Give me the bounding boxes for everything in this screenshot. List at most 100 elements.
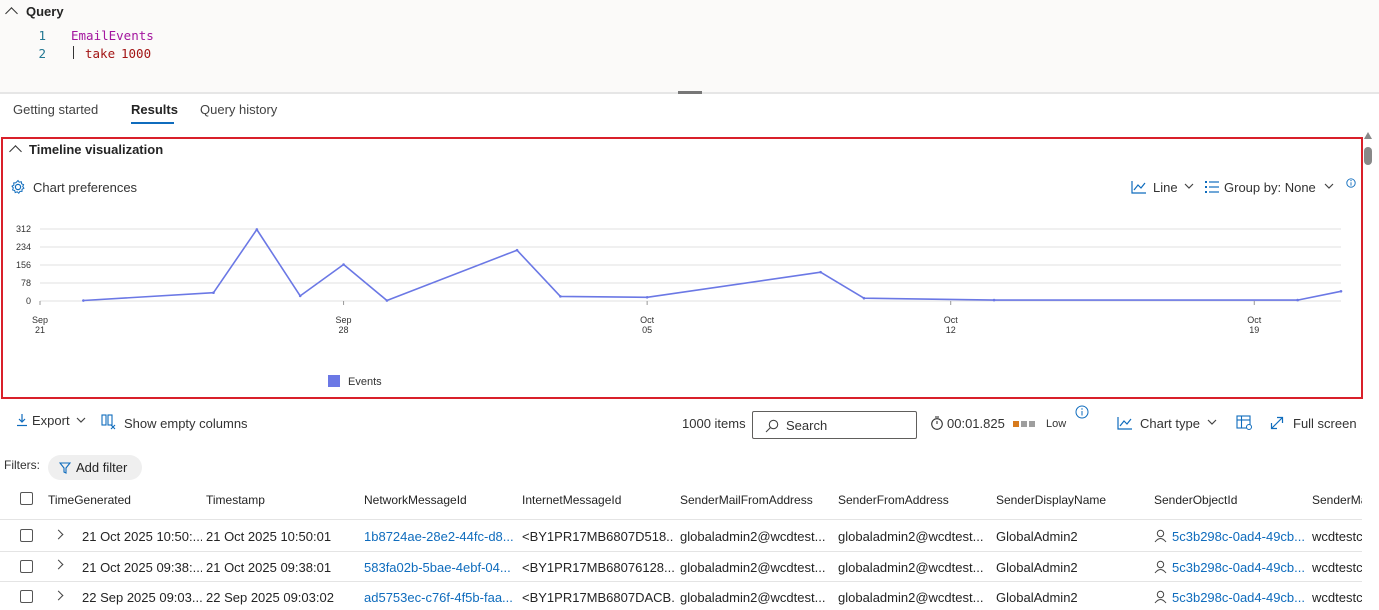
full-screen-button[interactable]: Full screen [1293,416,1357,431]
column-header-internetmessageid[interactable]: InternetMessageId [522,493,621,507]
row-checkbox[interactable] [20,590,33,603]
chevron-down-icon[interactable] [1184,183,1194,190]
search-placeholder: Search [786,418,828,433]
search-input[interactable]: Search [752,411,917,439]
data-point [298,294,302,298]
chevron-down-icon[interactable] [1324,183,1334,190]
results-scrollbar[interactable] [1363,130,1373,400]
cell-senderfromaddress: globaladmin2@wcdtest... [838,590,984,605]
cell-networkmessageid[interactable]: ad5753ec-c76f-4f5b-faa... [364,590,516,605]
legend-label: Events [348,376,382,388]
tab-results[interactable]: Results [131,102,178,117]
row-checkbox[interactable] [20,529,33,542]
cell-sendermailfromdomain: wcdtestc [1312,590,1362,605]
cell-internetmessageid: <BY1PR17MB6807DACB... [522,590,674,605]
x-tick-label-day: 21 [35,325,45,335]
query-section-title: Query [26,4,64,19]
cell-networkmessageid[interactable]: 583fa02b-5bae-4ebf-04... [364,560,516,575]
data-point [82,299,85,302]
cell-sendermailfromaddress: globaladmin2@wcdtest... [680,560,826,575]
cell-timegenerated: 21 Oct 2025 10:50:... [82,529,202,544]
cost-bar [1029,421,1035,427]
legend-swatch [328,375,340,387]
cell-senderobjectid[interactable]: 5c3b298c-0ad4-49cb.... [1172,560,1306,575]
cell-sendermailfromaddress: globaladmin2@wcdtest... [680,590,826,605]
chart-preferences-button[interactable]: Chart preferences [33,180,137,195]
x-tick-label-day: 28 [339,325,349,335]
group-by-dropdown[interactable]: Group by: None [1224,180,1316,195]
y-tick-label: 312 [16,224,31,234]
table-row[interactable]: 21 Oct 2025 09:38:... 21 Oct 2025 09:38:… [0,551,1362,581]
x-tick-label-month: Oct [640,315,655,325]
y-tick-label: 78 [21,278,31,288]
x-tick-label-day: 19 [1249,325,1259,335]
scroll-up-arrow-icon[interactable] [1364,132,1372,139]
chart-line-dropdown[interactable]: Line [1153,180,1178,195]
query-table-name[interactable]: EmailEvents [71,28,154,43]
data-point [212,291,215,294]
chevron-down-icon[interactable] [76,417,86,424]
cell-internetmessageid: <BY1PR17MB68076128... [522,560,674,575]
chevron-down-icon[interactable] [1207,419,1217,426]
timeline-title: Timeline visualization [29,142,164,157]
data-point [1339,290,1343,293]
cell-senderdisplayname: GlobalAdmin2 [996,560,1078,575]
collapse-query-icon[interactable] [5,7,18,20]
column-header-timegenerated[interactable]: TimeGenerated [48,493,131,507]
tab-getting-started[interactable]: Getting started [13,102,98,117]
tab-query-history[interactable]: Query history [200,102,277,117]
export-button[interactable]: Export [32,413,70,428]
data-point [1296,298,1299,302]
table-row[interactable]: 22 Sep 2025 09:03... 22 Sep 2025 09:03:0… [0,582,1362,610]
gear-icon[interactable] [10,179,26,195]
y-tick-label: 0 [26,296,31,306]
column-header-timestamp[interactable]: Timestamp [206,493,265,507]
cell-networkmessageid[interactable]: 1b8724ae-28e2-44fc-d8... [364,529,516,544]
chart-type-button[interactable]: Chart type [1140,416,1200,431]
stopwatch-icon [931,416,943,430]
data-point [819,270,822,274]
column-header-sendermailfromaddress[interactable]: SenderMailFromAddress [680,493,813,507]
cell-senderobjectid[interactable]: 5c3b298c-0ad4-49cb.... [1172,590,1306,605]
cell-senderobjectid[interactable]: 5c3b298c-0ad4-49cb.... [1172,529,1306,544]
select-all-checkbox[interactable] [20,492,33,505]
export-icon[interactable] [16,413,28,427]
expand-row-icon[interactable] [53,590,64,601]
info-icon[interactable] [1346,178,1356,188]
add-filter-button[interactable]: Add filter [48,455,142,480]
cell-senderfromaddress: globaladmin2@wcdtest... [838,529,984,544]
column-header-sendermailfromdomain[interactable]: SenderMa [1312,493,1362,507]
expand-row-icon[interactable] [53,559,64,570]
x-tick-label-day: 05 [642,325,652,335]
expand-icon[interactable] [1270,416,1284,430]
info-icon[interactable] [1075,405,1089,419]
column-settings-icon[interactable] [1236,415,1253,431]
query-operator[interactable]: take [85,46,115,61]
scrollbar-thumb[interactable] [1364,147,1372,165]
cell-sendermailfromdomain: wcdtestc [1312,560,1362,575]
cell-timestamp: 22 Sep 2025 09:03:02 [206,590,334,605]
column-header-senderobjectid[interactable]: SenderObjectId [1154,493,1237,507]
splitter-grip[interactable] [678,91,702,94]
user-icon [1154,590,1167,604]
data-point [559,295,562,298]
search-icon [765,419,779,433]
query-editor-panel: Query 1 EmailEvents 2 take 1000 [0,0,1379,92]
data-point [992,298,996,302]
data-point [515,248,519,252]
table-row[interactable]: 21 Oct 2025 10:50:... 21 Oct 2025 10:50:… [0,520,1362,551]
cell-sendermailfromaddress: globaladmin2@wcdtest... [680,529,826,544]
column-header-networkmessageid[interactable]: NetworkMessageId [364,493,467,507]
y-tick-label: 234 [16,242,31,252]
x-tick-label-month: Sep [336,315,352,325]
column-header-senderdisplayname[interactable]: SenderDisplayName [996,493,1106,507]
row-checkbox[interactable] [20,560,33,573]
show-empty-columns-button[interactable]: Show empty columns [124,416,248,431]
filter-icon [59,462,71,474]
filters-label: Filters: [4,458,40,472]
expand-row-icon[interactable] [53,529,64,540]
x-tick-label-month: Oct [944,315,959,325]
data-point [645,296,649,299]
query-value[interactable]: 1000 [121,46,151,61]
column-header-senderfromaddress[interactable]: SenderFromAddress [838,493,949,507]
